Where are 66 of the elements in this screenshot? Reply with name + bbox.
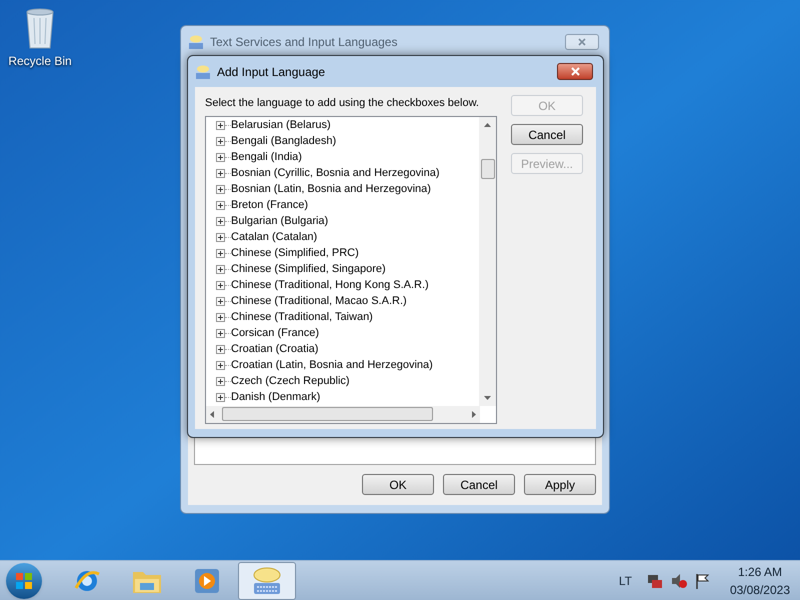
scroll-thumb[interactable] xyxy=(480,158,494,178)
expand-toggle[interactable] xyxy=(216,281,225,290)
language-item[interactable]: Bengali (Bangladesh) xyxy=(231,136,336,147)
scroll-up-arrow-icon[interactable] xyxy=(484,122,491,126)
expand-toggle[interactable] xyxy=(216,185,225,194)
language-item[interactable]: Corsican (France) xyxy=(231,328,320,339)
flag-icon[interactable] xyxy=(694,572,710,590)
muted-speaker-icon[interactable] xyxy=(670,572,688,590)
expand-toggle[interactable] xyxy=(216,169,225,178)
expand-toggle[interactable] xyxy=(216,297,225,306)
language-item[interactable]: Chinese (Traditional, Hong Kong S.A.R.) xyxy=(231,280,429,291)
language-item[interactable]: Croatian (Croatia) xyxy=(231,344,318,355)
taskbar-button[interactable] xyxy=(238,562,296,600)
scroll-down-arrow-icon[interactable] xyxy=(484,396,491,400)
scroll-right-arrow-icon[interactable] xyxy=(472,410,476,418)
expand-toggle[interactable] xyxy=(216,345,225,354)
dialog-button[interactable]: Apply xyxy=(524,474,596,495)
expand-toggle[interactable] xyxy=(216,233,225,242)
language-item[interactable]: Bosnian (Latin, Bosnia and Herzegovina) xyxy=(231,184,431,195)
expand-toggle[interactable] xyxy=(216,201,225,210)
window-title: Text Services and Input Languages xyxy=(210,34,398,50)
language-item[interactable]: Chinese (Traditional, Taiwan) xyxy=(231,312,373,323)
dialog-title: Add Input Language xyxy=(217,64,326,80)
close-icon xyxy=(570,67,580,76)
clock-date[interactable]: 03/08/2023 xyxy=(730,580,790,598)
expand-toggle[interactable] xyxy=(216,377,225,386)
expand-toggle[interactable] xyxy=(216,217,225,226)
language-item[interactable]: Czech (Czech Republic) xyxy=(231,376,350,387)
language-item[interactable]: Bosnian (Cyrillic, Bosnia and Herzegovina) xyxy=(231,168,440,179)
keyboard-icon xyxy=(195,64,211,80)
windows-logo-icon xyxy=(15,572,33,590)
start-button[interactable] xyxy=(6,562,42,598)
language-item[interactable]: Croatian (Latin, Bosnia and Herzegovina) xyxy=(231,360,433,371)
expand-toggle[interactable] xyxy=(216,265,225,274)
language-item[interactable]: Bulgarian (Bulgaria) xyxy=(231,216,328,227)
language-item[interactable]: Catalan (Catalan) xyxy=(231,232,318,243)
dialog-button[interactable]: Cancel xyxy=(511,124,583,145)
clock-time[interactable]: 1:26 AM xyxy=(738,562,782,580)
horizontal-scrollbar[interactable] xyxy=(206,406,480,422)
language-item[interactable]: Bengali (India) xyxy=(231,152,302,163)
dialog-button[interactable]: Cancel xyxy=(443,474,515,495)
expand-toggle[interactable] xyxy=(216,121,225,130)
expand-toggle[interactable] xyxy=(216,361,225,370)
desktop-icon-label[interactable]: Recycle Bin xyxy=(8,52,72,70)
expand-toggle[interactable] xyxy=(216,329,225,338)
expand-toggle[interactable] xyxy=(216,313,225,322)
language-item[interactable]: Chinese (Simplified, PRC) xyxy=(231,248,359,259)
language-item[interactable]: Breton (France) xyxy=(231,200,308,211)
scroll-thumb[interactable] xyxy=(222,407,433,421)
expand-toggle[interactable] xyxy=(216,393,225,402)
close-icon xyxy=(578,38,586,46)
language-item[interactable]: Chinese (Traditional, Macao S.A.R.) xyxy=(231,296,407,307)
scroll-left-arrow-icon[interactable] xyxy=(210,410,214,418)
keyboard-icon xyxy=(188,34,204,50)
language-indicator[interactable]: LT xyxy=(618,572,632,590)
expand-toggle[interactable] xyxy=(216,137,225,146)
expand-toggle[interactable] xyxy=(216,153,225,162)
language-item[interactable]: Chinese (Simplified, Singapore) xyxy=(231,264,386,275)
language-item[interactable]: Danish (Denmark) xyxy=(231,392,320,403)
language-tree[interactable] xyxy=(205,116,497,424)
close-button[interactable] xyxy=(557,63,593,80)
expand-toggle[interactable] xyxy=(216,249,225,258)
dialog-button[interactable]: OK xyxy=(362,474,434,495)
language-item[interactable]: Belarusian (Belarus) xyxy=(231,120,331,131)
vertical-scrollbar[interactable] xyxy=(479,116,496,406)
instruction-text: Select the language to add using the checkboxes below. xyxy=(205,96,480,111)
